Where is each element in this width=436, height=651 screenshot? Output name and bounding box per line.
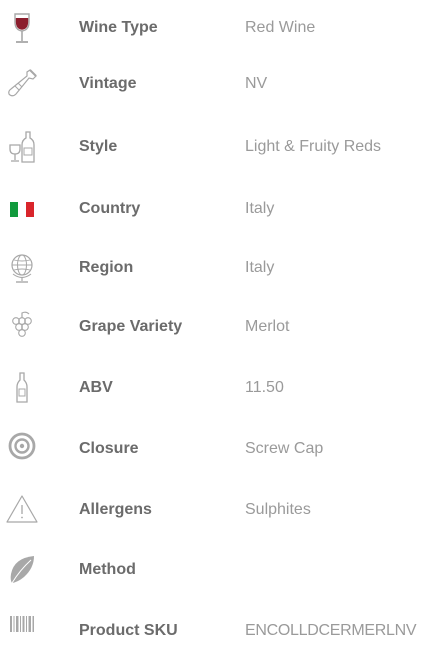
spec-value: Sulphites [245,501,311,518]
spec-label: Allergens [79,501,152,518]
spec-value: NV [245,75,268,92]
wine-bottle-icon [4,66,40,102]
spec-label: Method [79,561,136,578]
spec-row-region: Region Italy [0,248,436,288]
spec-label: Product SKU [79,622,178,639]
target-icon [4,431,40,467]
bottle-icon [4,370,40,406]
spec-row-allergens: Allergens Sulphites [0,490,436,530]
spec-row-style: Style Light & Fruity Reds [0,127,436,167]
spec-label: Grape Variety [79,318,183,335]
italy-flag-icon [4,191,40,227]
spec-value: Italy [245,259,275,276]
leaf-icon [4,552,40,588]
spec-row-product-sku: Product SKU ENCOLLDCERMERLNV [0,611,436,651]
spec-row-abv: ABV 11.50 [0,368,436,408]
spec-label: ABV [79,379,113,396]
spec-label: Country [79,200,141,217]
spec-value: Light & Fruity Reds [245,138,382,155]
spec-value: ENCOLLDCERMERLNV [245,622,417,639]
spec-row-country: Country Italy [0,189,436,229]
spec-value: Red Wine [245,19,316,36]
bottle-and-glass-icon [4,129,40,165]
spec-value: Merlot [245,318,290,335]
grapes-icon [4,309,40,345]
spec-label: Wine Type [79,19,158,36]
spec-label: Vintage [79,75,137,92]
globe-icon [4,250,40,286]
warning-icon [4,492,40,528]
spec-row-wine-type: Wine Type Red Wine [0,8,436,48]
spec-value: Screw Cap [245,440,324,457]
spec-label: Region [79,259,134,276]
spec-row-closure: Closure Screw Cap [0,429,436,469]
spec-value: Italy [245,200,275,217]
spec-value: 11.50 [245,379,284,396]
wine-glass-icon [4,10,40,46]
barcode-icon [4,613,40,649]
spec-row-grape-variety: Grape Variety Merlot [0,307,436,347]
spec-label: Style [79,138,118,155]
spec-label: Closure [79,440,139,457]
spec-row-vintage: Vintage NV [0,64,436,104]
spec-row-method: Method [0,550,436,590]
